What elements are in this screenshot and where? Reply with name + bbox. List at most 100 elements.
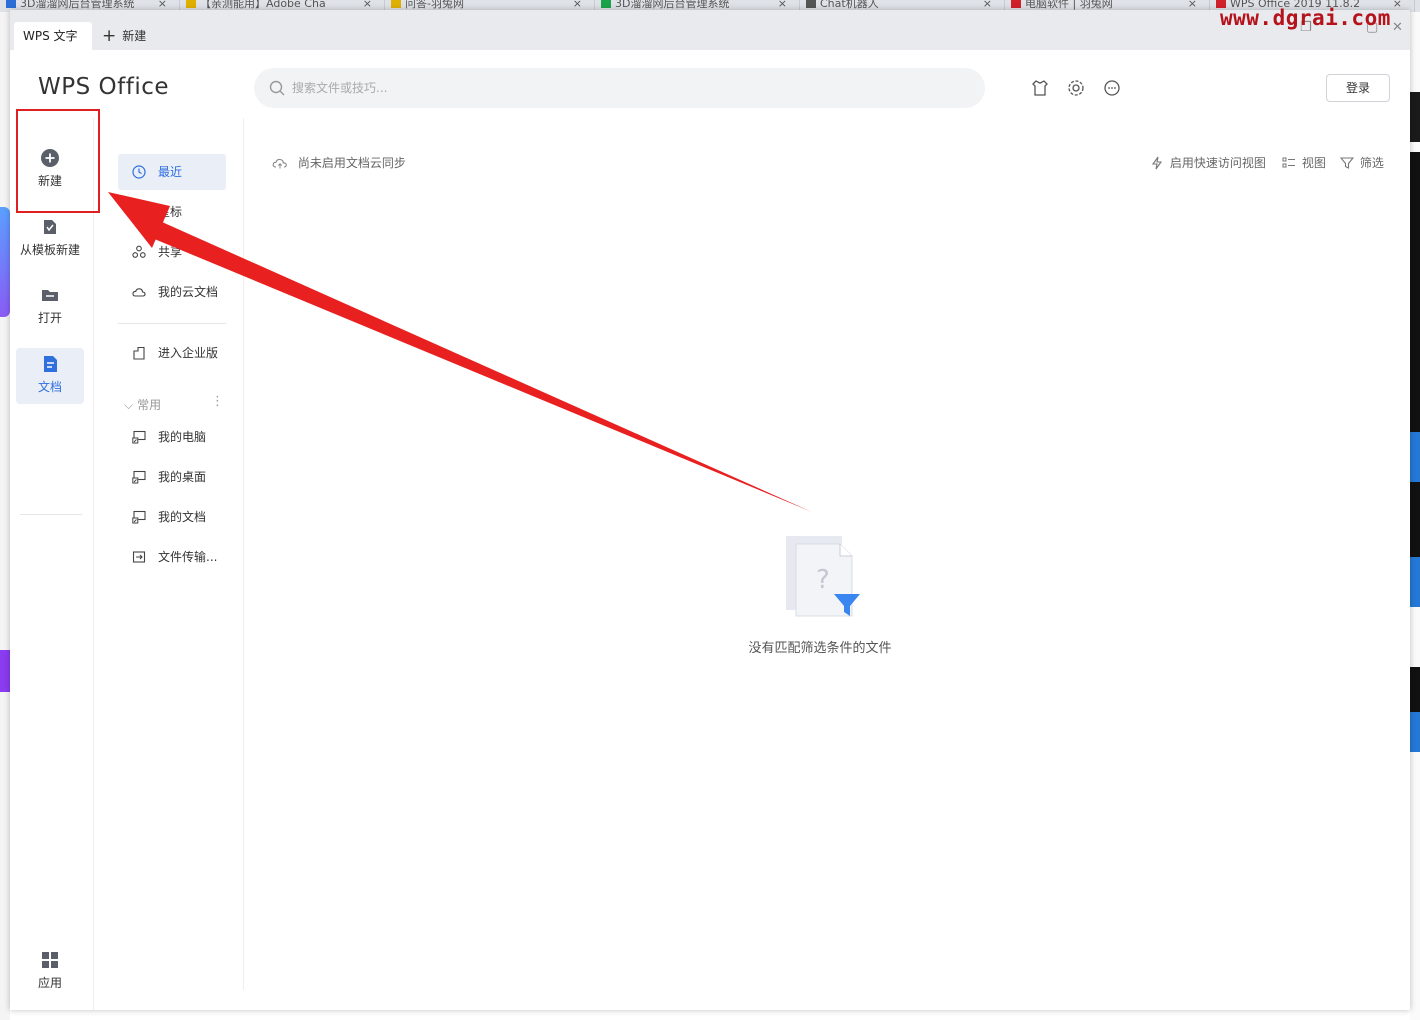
background-decoration	[1410, 152, 1420, 432]
wps-window: WPS 文字 +新建 ❐ ▢ ✕ WPS Office 登录 新建 从模板新建 …	[10, 10, 1410, 1010]
background-tab-label: 问答-羽兔网	[405, 0, 464, 10]
nav-starred[interactable]: 星标	[118, 194, 226, 230]
share-icon	[132, 245, 146, 258]
computer-icon	[132, 430, 146, 444]
nav-cloud-docs[interactable]: 我的云文档	[118, 274, 226, 310]
nav-divider	[118, 323, 226, 324]
empty-files-illustration: ?	[786, 536, 860, 617]
building-icon	[133, 346, 145, 360]
documents-folder-icon	[132, 510, 146, 524]
nav-my-computer[interactable]: 我的电脑	[118, 419, 226, 455]
template-icon	[44, 220, 56, 234]
background-decoration	[1410, 557, 1420, 607]
nav-recent-label: 最近	[158, 165, 183, 179]
background-decoration	[1410, 92, 1420, 142]
rail-template-button[interactable]: 从模板新建	[16, 217, 84, 273]
nav-my-desktop[interactable]: 我的桌面	[118, 459, 226, 495]
rail-divider	[20, 514, 82, 515]
transfer-icon	[132, 551, 146, 563]
search-box[interactable]	[254, 68, 985, 108]
side-nav: 最近 星标 共享 我的云文档 进入企业版 ⌵ 常用 ⋮ 我的电脑 我的桌面 我的…	[94, 118, 244, 990]
site-watermark: www.dgrai.com	[1220, 6, 1391, 30]
nav-recent[interactable]: 最近	[118, 154, 226, 190]
more-icon[interactable]: ⋮	[211, 394, 224, 409]
nav-shared[interactable]: 共享	[118, 234, 226, 270]
nav-group-frequent[interactable]: ⌵ 常用 ⋮	[124, 394, 224, 413]
empty-state-message: 没有匹配筛选条件的文件	[748, 641, 892, 656]
close-icon: ×	[982, 0, 992, 10]
filter-button[interactable]: 筛选	[1339, 154, 1384, 171]
nav-my-documents[interactable]: 我的文档	[118, 499, 226, 535]
folder-icon	[42, 290, 58, 301]
nav-shared-label: 共享	[158, 245, 183, 259]
nav-cloud-label: 我的云文档	[158, 285, 219, 299]
tab-label: WPS 文字	[23, 29, 78, 43]
close-icon: ×	[572, 0, 582, 10]
login-button[interactable]: 登录	[1326, 74, 1390, 102]
skin-icon[interactable]	[1030, 78, 1050, 98]
nav-group-label: 常用	[137, 398, 162, 412]
close-icon: ×	[777, 0, 787, 10]
background-tab-label: 3D溜溜网后台管理系统	[20, 0, 135, 10]
wps-office-logo: WPS Office	[38, 74, 170, 100]
nav-starred-label: 星标	[158, 205, 183, 219]
background-tab-label: 【亲测能用】Adobe Cha	[200, 0, 326, 10]
background-decoration	[1410, 432, 1420, 482]
title-bar: WPS 文字 + 新建 ❐ ▢ ✕	[10, 10, 1410, 50]
quick-access-label: 启用快速访问视图	[1169, 156, 1266, 170]
background-decoration	[0, 207, 10, 317]
nav-file-transfer[interactable]: 文件传输...	[118, 539, 226, 575]
rail-open-button[interactable]: 打开	[16, 285, 84, 341]
nav-enterprise[interactable]: 进入企业版	[118, 335, 226, 371]
quick-access-view-button[interactable]: 启用快速访问视图	[1150, 154, 1266, 171]
annotation-highlight-box	[16, 109, 100, 213]
background-decoration	[1410, 667, 1420, 712]
close-icon: ×	[1187, 0, 1197, 10]
cloud-sync-label: 尚未启用文档云同步	[297, 156, 406, 170]
document-icon	[44, 356, 57, 372]
apps-grid-icon	[42, 952, 58, 968]
favicon-icon	[1011, 0, 1021, 8]
new-tab-button[interactable]: + 新建	[102, 22, 146, 50]
nav-file-transfer-label: 文件传输...	[158, 550, 218, 564]
favicon-icon	[6, 0, 16, 8]
close-icon: ×	[157, 0, 167, 10]
filter-icon	[1339, 157, 1355, 169]
close-icon: ×	[1392, 0, 1402, 10]
lightning-icon	[1151, 156, 1163, 170]
search-input[interactable]	[292, 68, 952, 108]
background-tab-label: 电脑软件 | 羽兔网	[1025, 0, 1113, 10]
view-label: 视图	[1301, 156, 1326, 170]
close-icon[interactable]: ✕	[1392, 20, 1403, 35]
cloud-sync-icon	[272, 158, 287, 169]
rail-apps-button[interactable]: 应用	[16, 950, 84, 1006]
view-button[interactable]: 视图	[1282, 154, 1326, 171]
rail-docs-button[interactable]: 文档	[16, 348, 84, 404]
clock-icon	[132, 165, 146, 179]
search-icon	[269, 80, 285, 96]
filter-label: 筛选	[1359, 156, 1384, 170]
cloud-icon	[132, 288, 146, 297]
chevron-down-icon: ⌵	[124, 398, 134, 412]
favicon-icon	[806, 0, 816, 8]
desktop-icon	[132, 470, 146, 484]
background-decoration	[1410, 712, 1420, 752]
settings-icon[interactable]	[1066, 78, 1086, 98]
plus-icon: +	[102, 26, 117, 46]
nav-my-computer-label: 我的电脑	[158, 430, 207, 444]
rail-template-label: 从模板新建	[19, 243, 80, 257]
background-decoration	[0, 650, 10, 692]
close-icon: ×	[362, 0, 372, 10]
favicon-icon	[391, 0, 401, 8]
background-page-left	[0, 12, 10, 1020]
feedback-icon[interactable]	[1102, 78, 1122, 98]
nav-enterprise-label: 进入企业版	[158, 346, 219, 360]
favicon-icon	[601, 0, 611, 8]
tab-wps-writer[interactable]: WPS 文字	[14, 22, 92, 50]
background-decoration	[1410, 482, 1420, 557]
nav-my-documents-label: 我的文档	[158, 510, 207, 524]
favicon-icon	[186, 0, 196, 8]
svg-text:?: ?	[816, 565, 830, 595]
cloud-sync-status[interactable]: 尚未启用文档云同步	[272, 154, 406, 171]
background-tab-label: Chat机器人	[820, 0, 879, 10]
